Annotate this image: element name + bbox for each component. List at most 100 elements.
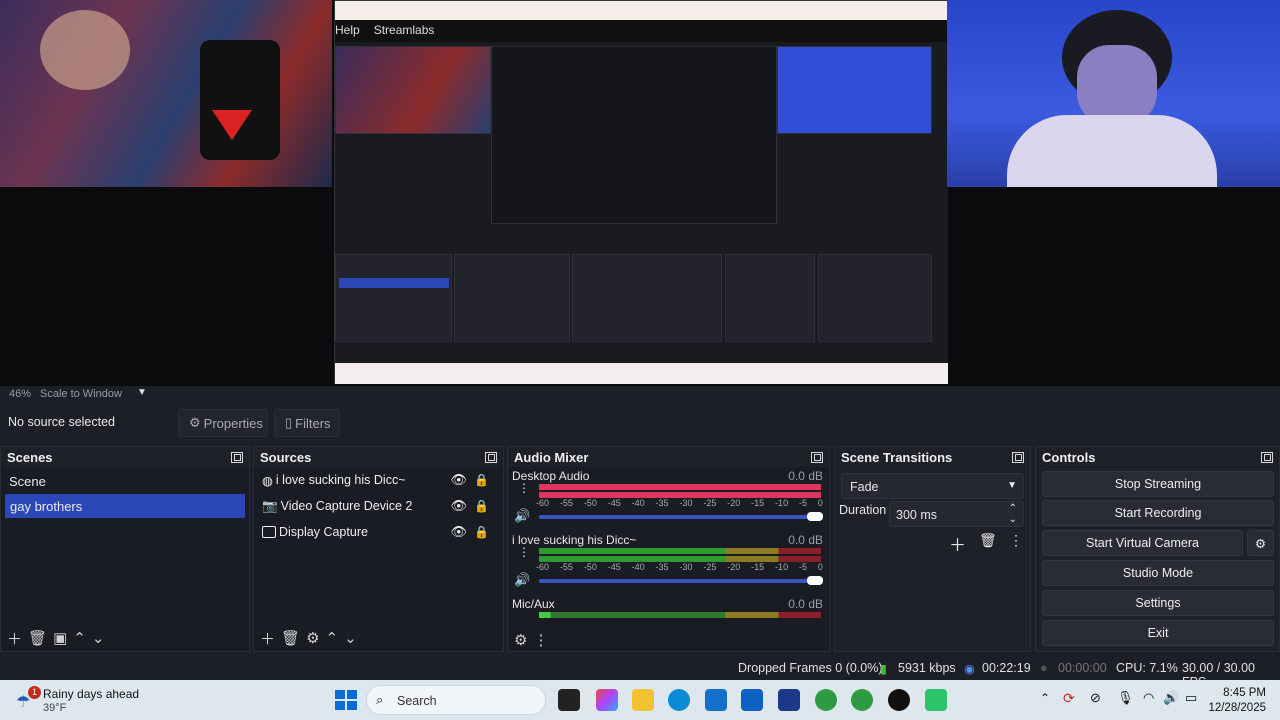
audio-mixer-dock: Audio Mixer Desktop Audio 0.0 dB ⋮ -60 -55… <box>507 446 830 652</box>
studio-mode-button[interactable]: Studio Mode <box>1042 560 1274 586</box>
trash-icon[interactable]: 🗑 <box>281 629 300 647</box>
record-icon: ● <box>1040 661 1048 675</box>
app-l-icon[interactable] <box>778 689 800 711</box>
undock-icon[interactable] <box>485 451 497 463</box>
kebab-icon[interactable]: ⋮ <box>518 546 530 558</box>
signal-icon: ▮ <box>880 662 887 676</box>
volume-slider[interactable] <box>539 512 823 521</box>
visibility-eye-icon[interactable]: 👁 <box>450 498 467 514</box>
visibility-eye-icon[interactable]: 👁 <box>450 472 467 488</box>
start-virtual-camera-button[interactable]: Start Virtual Camera <box>1042 530 1243 556</box>
spinner-icon[interactable]: ⌃ ⌄ <box>1009 503 1017 525</box>
gear-icon[interactable]: ⚙ <box>514 631 527 649</box>
chevron-up-icon[interactable]: ⌃ <box>1040 691 1050 705</box>
speaker-icon[interactable]: 🔊 <box>514 508 530 524</box>
taskbar-search[interactable]: ⌕ Search <box>366 685 546 715</box>
streamlabs-icon[interactable] <box>925 689 947 711</box>
scenes-dock: Scenes Scene gay brothers ＋ 🗑 ▣ ⌃ ⌄ <box>0 446 250 652</box>
duration-label: Duration <box>839 503 887 517</box>
properties-button[interactable]: ⚙ Properties <box>178 409 268 437</box>
undock-icon[interactable] <box>231 451 243 463</box>
filters-button[interactable]: ▯ Filters <box>274 409 340 437</box>
source-item[interactable]: ◍ i love sucking his Dicc~ 👁 🔒 <box>254 467 503 493</box>
kebab-icon[interactable]: ⋮ <box>1009 532 1023 549</box>
mixer-channel: Desktop Audio 0.0 dB ⋮ -60 -55 -50 -45 -40 -35… <box>512 469 823 524</box>
copilot-icon[interactable] <box>596 689 618 711</box>
weather-title: Rainy days ahead <box>43 687 140 701</box>
source-item[interactable]: Display Capture 👁 🔒 <box>254 519 503 545</box>
scale-mode-select[interactable]: Scale to Window <box>40 388 122 400</box>
stream-time: 00:22:19 <box>982 661 1031 675</box>
edge-icon[interactable] <box>668 689 690 711</box>
undock-icon[interactable] <box>1012 451 1024 463</box>
selected-source-label: No source selected <box>8 415 116 429</box>
obs-icon[interactable] <box>888 689 910 711</box>
settings-button[interactable]: Settings <box>1042 590 1274 616</box>
notification-badge: 1 <box>28 686 41 699</box>
wifi-icon[interactable]: ◠ <box>1143 690 1154 706</box>
visibility-eye-icon[interactable]: 👁 <box>450 524 467 540</box>
controls-dock: Controls Stop Streaming Start Recording … <box>1035 446 1280 652</box>
file-explorer-icon[interactable] <box>632 689 654 711</box>
camera-icon: 📷 <box>262 498 278 513</box>
mixer-channel: Mic/Aux 0.0 dB <box>512 597 823 623</box>
outlook-icon[interactable] <box>741 689 763 711</box>
monitor-icon <box>262 526 276 538</box>
clock-date[interactable]: 12/28/2025 <box>1208 702 1266 714</box>
task-view-icon[interactable] <box>558 689 580 711</box>
move-down-icon[interactable]: ⌄ <box>344 629 357 647</box>
source-item[interactable]: 📷 Video Capture Device 2 👁 🔒 <box>254 493 503 519</box>
nested-preview: Help Streamlabs <box>334 0 948 384</box>
undock-icon[interactable] <box>1261 451 1273 463</box>
kebab-icon[interactable]: ⋮ <box>518 482 530 494</box>
scene-item-selected[interactable]: gay brothers <box>5 494 245 518</box>
speaker-icon[interactable]: 🔊 <box>514 572 530 588</box>
chrome-icon[interactable] <box>815 689 837 711</box>
trash-icon[interactable]: 🗑 <box>28 629 47 647</box>
filter-icon[interactable]: ▣ <box>53 629 67 647</box>
windows-taskbar: ☂ 1 Rainy days ahead 39°F ⌕ Search ⌃ ⟳ ⊘… <box>0 680 1280 720</box>
scene-item[interactable]: Scene <box>1 469 249 493</box>
nested-menu: Help Streamlabs <box>335 20 948 42</box>
lock-icon[interactable]: 🔒 <box>474 473 489 487</box>
kebab-icon[interactable]: ⋮ <box>533 631 548 649</box>
battery-icon[interactable]: ▭ <box>1185 690 1197 706</box>
mixer-title: Audio Mixer <box>514 449 589 465</box>
source-toolbar: No source selected ⚙ Properties ▯ Filters <box>0 404 1280 442</box>
broadcast-icon: ◉ <box>964 662 975 676</box>
add-icon[interactable]: ＋ <box>260 628 275 649</box>
sources-dock: Sources ◍ i love sucking his Dicc~ 👁 🔒 📷… <box>253 446 504 652</box>
undock-icon[interactable] <box>811 451 823 463</box>
move-down-icon[interactable]: ⌄ <box>92 629 105 647</box>
duration-input[interactable]: 300 ms ⌃ ⌄ <box>889 501 1024 527</box>
muted-icon[interactable]: ⊘ <box>1090 690 1101 706</box>
store-icon[interactable] <box>705 689 727 711</box>
chevron-down-icon[interactable]: ▼ <box>137 387 147 398</box>
preview-canvas[interactable]: Help Streamlabs <box>0 0 1280 386</box>
lock-icon[interactable]: 🔒 <box>474 525 489 539</box>
weather-widget[interactable]: ☂ 1 <box>12 686 41 714</box>
volume-slider[interactable] <box>539 576 823 585</box>
trash-icon[interactable]: 🗑 <box>979 532 997 549</box>
update-icon[interactable]: ⟳ <box>1063 690 1075 707</box>
lock-icon[interactable]: 🔒 <box>474 499 489 513</box>
volume-icon[interactable]: 🔊 <box>1163 690 1179 706</box>
exit-button[interactable]: Exit <box>1042 620 1274 646</box>
transition-select[interactable]: Fade ▼ <box>841 473 1024 499</box>
search-icon: ⌕ <box>376 692 384 707</box>
start-recording-button[interactable]: Start Recording <box>1042 500 1274 526</box>
gear-icon[interactable]: ⚙ <box>1247 530 1274 556</box>
microphone-icon[interactable]: 🎙 <box>1117 690 1134 706</box>
windows-start-icon[interactable] <box>334 689 357 711</box>
level-meter <box>539 548 821 562</box>
chevron-down-icon: ▼ <box>1007 480 1017 491</box>
stop-streaming-button[interactable]: Stop Streaming <box>1042 471 1274 497</box>
move-up-icon[interactable]: ⌃ <box>326 629 339 647</box>
add-icon[interactable]: ＋ <box>949 531 966 556</box>
chrome-profile-icon[interactable] <box>851 689 873 711</box>
gear-icon[interactable]: ⚙ <box>306 629 319 647</box>
clock-time[interactable]: 8:45 PM <box>1223 687 1266 699</box>
controls-title: Controls <box>1042 449 1096 465</box>
add-icon[interactable]: ＋ <box>7 628 22 649</box>
move-up-icon[interactable]: ⌃ <box>73 629 86 647</box>
